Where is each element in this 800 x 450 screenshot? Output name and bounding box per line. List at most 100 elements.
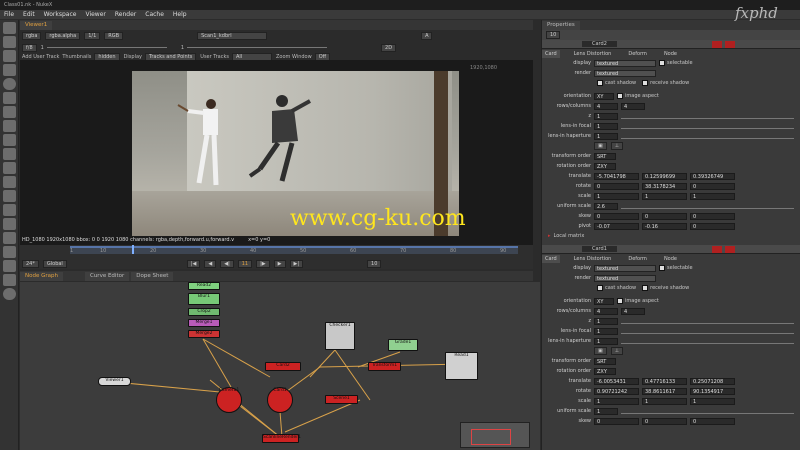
tab-node-graph[interactable]: Node Graph: [20, 271, 63, 281]
node-graph-canvas[interactable]: Read2 Blur1 Crop2 Merge1 Merge2 Viewer1 …: [20, 282, 540, 450]
particles-nodes-icon[interactable]: [3, 190, 16, 202]
z-field[interactable]: 1: [594, 112, 618, 120]
timeline-mode-dropdown[interactable]: Global: [42, 259, 67, 268]
scale-z-field[interactable]: 1: [690, 397, 735, 405]
gain-slider[interactable]: [46, 47, 167, 48]
menu-render[interactable]: Render: [115, 11, 136, 18]
alpha-dropdown[interactable]: rgba.alpha: [45, 32, 81, 40]
gamma-slider[interactable]: [187, 47, 328, 48]
tab-lens-distortion[interactable]: Lens Distortion: [571, 50, 615, 58]
node-card1[interactable]: Card1: [267, 387, 293, 413]
card1-node-name[interactable]: Card1: [582, 246, 617, 252]
furnace-nodes-icon[interactable]: [3, 232, 16, 244]
pivot-x-field[interactable]: -0.07: [594, 222, 639, 230]
node-read1[interactable]: Read1: [445, 352, 478, 380]
uniform-scale-slider[interactable]: [621, 409, 794, 414]
filter-nodes-icon[interactable]: [3, 92, 16, 104]
tab-lens-distortion[interactable]: Lens Distortion: [571, 255, 615, 263]
cast-shadow-checkbox[interactable]: [597, 285, 603, 291]
scale-y-field[interactable]: 1: [642, 397, 687, 405]
zoom-dropdown[interactable]: A: [421, 32, 433, 40]
tab-deform[interactable]: Deform: [625, 50, 650, 58]
z-field[interactable]: 1: [594, 317, 618, 325]
gizmos-nodes-icon[interactable]: [3, 260, 16, 272]
tab-curve-editor[interactable]: Curve Editor: [84, 271, 130, 281]
transform-nodes-icon[interactable]: [3, 134, 16, 146]
scale-z-field[interactable]: 1: [690, 192, 735, 200]
z-slider[interactable]: [621, 319, 794, 324]
node-grade1[interactable]: Grade1: [388, 339, 418, 351]
tab-card[interactable]: Card: [542, 49, 560, 58]
translate-y-field[interactable]: 0.12599699: [642, 172, 687, 180]
node-card2[interactable]: Card2: [265, 362, 301, 371]
menu-file[interactable]: File: [4, 11, 14, 18]
frame-counter[interactable]: f/8: [22, 43, 37, 52]
display-dropdown[interactable]: textured: [594, 59, 656, 67]
render-dropdown[interactable]: textured: [594, 69, 656, 77]
card1-float-icon[interactable]: [724, 245, 735, 253]
lens-haperture-field[interactable]: 1: [594, 337, 618, 345]
tab-card[interactable]: Card: [542, 254, 560, 263]
expand-triangle-icon[interactable]: ▸: [548, 233, 551, 239]
rows-field[interactable]: 4: [594, 307, 618, 315]
tab-viewer1[interactable]: Viewer1: [20, 20, 53, 30]
cast-shadow-checkbox[interactable]: [597, 80, 603, 86]
node-checker1[interactable]: Checker1: [325, 322, 355, 350]
node-merge2[interactable]: Merge2: [188, 330, 220, 338]
render-dropdown[interactable]: textured: [594, 274, 656, 282]
playhead[interactable]: [132, 245, 134, 254]
pivot-z-field[interactable]: 0: [690, 222, 735, 230]
node-read2[interactable]: Read2: [188, 282, 220, 290]
step-forward-button[interactable]: |▶: [256, 259, 270, 268]
node-transform1[interactable]: Transform1: [368, 362, 401, 371]
receive-shadow-checkbox[interactable]: [642, 80, 649, 86]
columns-field[interactable]: 4: [621, 102, 645, 110]
card2-float-icon[interactable]: [724, 40, 735, 48]
other-nodes-icon[interactable]: [3, 218, 16, 230]
node-merge1[interactable]: Merge1: [188, 319, 220, 327]
lens-focal-field[interactable]: 1: [594, 122, 618, 130]
image-aspect-checkbox[interactable]: [617, 298, 623, 304]
input-a-dropdown[interactable]: Scan1_kdbrl: [197, 32, 268, 40]
orientation-dropdown[interactable]: XY: [594, 92, 614, 100]
image-aspect-checkbox[interactable]: [617, 93, 623, 99]
skew-z-field[interactable]: 0: [690, 212, 735, 220]
menu-edit[interactable]: Edit: [23, 11, 35, 18]
time-nodes-icon[interactable]: [3, 50, 16, 62]
node-viewer1[interactable]: Viewer1: [98, 377, 131, 386]
misc-nodes-icon[interactable]: [3, 274, 16, 286]
ocula-nodes-icon[interactable]: [3, 246, 16, 258]
z-slider[interactable]: [621, 114, 794, 119]
rotation-order-dropdown[interactable]: ZXY: [594, 367, 616, 375]
tab-node[interactable]: Node: [661, 255, 680, 263]
menu-cache[interactable]: Cache: [145, 11, 164, 18]
step-back-button[interactable]: ◀|: [220, 259, 234, 268]
rotate-z-field[interactable]: 90.1354917: [690, 387, 735, 395]
pivot-y-field[interactable]: -0.16: [642, 222, 687, 230]
translate-z-field[interactable]: 0.39326749: [690, 172, 735, 180]
image-nodes-icon[interactable]: [3, 22, 16, 34]
lut-dropdown[interactable]: RGB: [104, 32, 124, 40]
transform-handle-icon[interactable]: ▣: [594, 347, 607, 355]
scale-x-field[interactable]: 1: [594, 397, 639, 405]
lens-haperture-field[interactable]: 1: [594, 132, 618, 140]
menu-viewer[interactable]: Viewer: [85, 11, 105, 18]
lens-focal-slider[interactable]: [621, 124, 794, 129]
merge-nodes-icon[interactable]: [3, 120, 16, 132]
rotate-y-field[interactable]: 38.8611617: [642, 387, 687, 395]
translate-x-field[interactable]: -5.7041798: [594, 172, 639, 180]
play-forward-button[interactable]: ▶: [273, 259, 286, 268]
current-frame-field[interactable]: 11: [237, 259, 253, 268]
rotate-z-field[interactable]: 0: [690, 182, 735, 190]
views-nodes-icon[interactable]: [3, 162, 16, 174]
lens-focal-field[interactable]: 1: [594, 327, 618, 335]
draw-nodes-icon[interactable]: [3, 36, 16, 48]
last-frame-button[interactable]: ▶|: [289, 259, 304, 268]
node-scene1[interactable]: Scene1: [325, 395, 358, 404]
node-scanlinerender1[interactable]: ScanlineRender1: [262, 434, 301, 443]
node-crop2[interactable]: Crop2: [188, 308, 220, 316]
timeline-scrubber[interactable]: 1 10 20 30 40 50 60 70 80 90: [70, 245, 518, 254]
lens-haperture-slider[interactable]: [621, 339, 794, 344]
uniform-scale-field[interactable]: 2.6: [594, 202, 618, 210]
card1-close-icon[interactable]: [711, 245, 722, 253]
